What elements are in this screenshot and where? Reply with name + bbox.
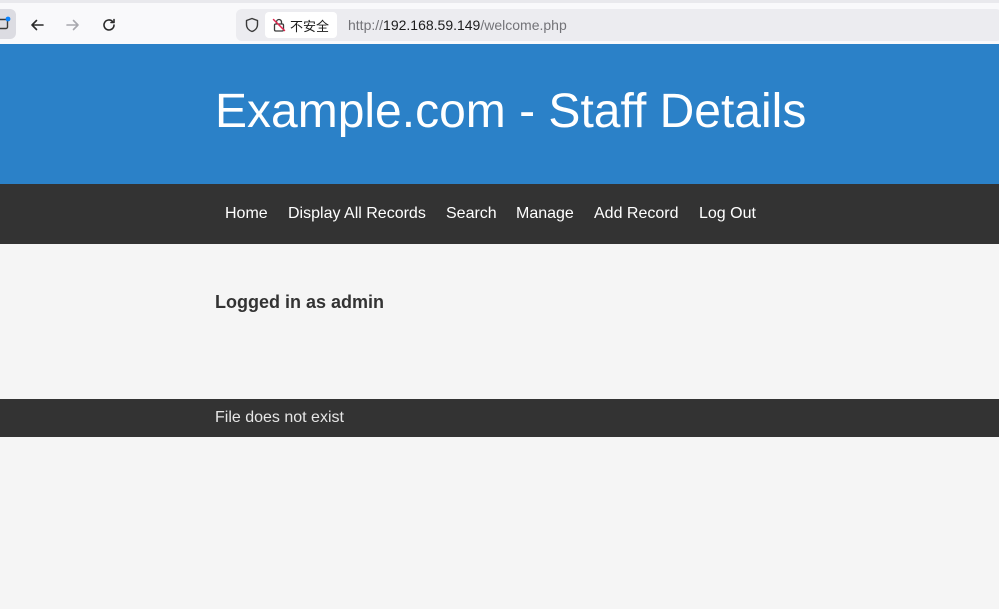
url-path: /welcome.php — [480, 17, 567, 33]
site-header: Example.com - Staff Details — [0, 44, 999, 184]
url-text[interactable]: http://192.168.59.149/welcome.php — [348, 17, 567, 33]
forward-button[interactable] — [60, 12, 86, 38]
logged-in-heading: Logged in as admin — [215, 292, 385, 312]
message-bar: File does not exist — [0, 399, 999, 437]
connection-insecure-badge[interactable]: 不安全 — [265, 12, 338, 38]
insecure-label: 不安全 — [290, 18, 330, 34]
main-nav: Home Display All Records Search Manage A… — [0, 184, 999, 244]
tab-overview-icon[interactable] — [0, 9, 16, 39]
url-host: 192.168.59.149 — [383, 17, 481, 33]
broken-lock-icon — [272, 18, 286, 32]
reload-button[interactable] — [96, 12, 122, 38]
nav-search-link[interactable]: Search — [446, 204, 497, 224]
url-scheme: http:// — [348, 17, 384, 33]
back-button[interactable] — [24, 12, 50, 38]
nav-add-record-link[interactable]: Add Record — [594, 204, 679, 224]
arrow-left-icon — [31, 19, 44, 31]
address-bar[interactable]: 不安全 http://192.168.59.149/welcome.php — [236, 9, 999, 41]
tracking-protection-icon[interactable] — [243, 16, 261, 34]
footer-message: File does not exist — [215, 409, 344, 426]
nav-log-out-link[interactable]: Log Out — [699, 204, 756, 224]
site-title: Example.com - Staff Details — [215, 85, 807, 138]
arrow-right-icon — [66, 19, 79, 31]
nav-manage-link[interactable]: Manage — [516, 204, 574, 224]
nav-display-all-records-link[interactable]: Display All Records — [288, 204, 426, 224]
nav-home-link[interactable]: Home — [225, 204, 268, 224]
reload-icon — [103, 18, 115, 31]
browser-toolbar: 不安全 http://192.168.59.149/welcome.php — [0, 0, 999, 44]
